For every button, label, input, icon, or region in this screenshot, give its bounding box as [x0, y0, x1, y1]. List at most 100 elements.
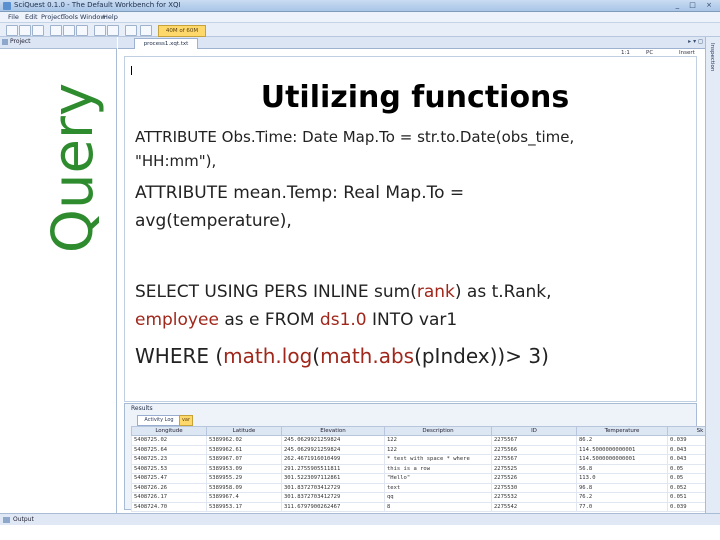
table-cell: 76.2 [576, 492, 668, 503]
code-line-1a: ATTRIBUTE Obs.Time: Date Map.To = str.to… [135, 128, 575, 146]
table-cell: 311.6797900262467 [281, 501, 385, 512]
tab-controls[interactable]: ▸ ▾ ◻ [688, 38, 703, 45]
inspection-panel[interactable]: Inspection [705, 37, 720, 513]
code-line-2a: ATTRIBUTE mean.Temp: Real Map.To = [135, 183, 465, 203]
menu-project[interactable]: Project [41, 13, 63, 21]
output-icon [3, 517, 10, 523]
table-cell: 2275567 [491, 454, 577, 465]
open-icon[interactable] [19, 25, 31, 36]
table-row[interactable]: 5408726.17 5389967.4 301.8372703412729 qq 22… [131, 492, 720, 503]
table-cell: 2275542 [491, 501, 577, 512]
menu-edit[interactable]: Edit [25, 13, 38, 21]
title-bar: SciQuest 0.1.0 - The Default Workbench f… [0, 0, 720, 12]
menu-file[interactable]: File [8, 13, 19, 21]
code-text: WHERE ( [135, 344, 224, 368]
menu-window[interactable]: Window [80, 13, 106, 21]
table-cell: 2275532 [491, 492, 577, 503]
code-function: rank [416, 282, 455, 302]
table-row[interactable]: 5408725.23 5389967.07 262.4671916010499 * t… [131, 454, 720, 465]
table-cell: 2275530 [491, 482, 577, 493]
menu-tools[interactable]: Tools [62, 13, 78, 21]
code-function: math.log [223, 344, 313, 368]
table-cell: this is a row [384, 463, 492, 474]
cut-icon[interactable] [50, 25, 62, 36]
code-text: SELECT USING PERS INLINE sum( [135, 282, 417, 302]
table-row[interactable]: 5408725.02 5389962.02 245.0629921259824 122… [131, 435, 720, 446]
window-controls[interactable]: _ □ × [676, 1, 716, 9]
project-icon [2, 39, 8, 45]
table-cell: 5408725.47 [131, 473, 207, 484]
menu-bar: File Edit Project Tools Window Help [0, 12, 720, 23]
table-header-row: Longitude Latitude Elevation Description… [131, 426, 720, 436]
table-cell: 301.8372703412729 [281, 492, 385, 503]
project-panel-header[interactable]: Project [0, 37, 117, 49]
table-cell: 56.8 [576, 463, 668, 474]
window-title: SciQuest 0.1.0 - The Default Workbench f… [14, 1, 181, 9]
table-cell: 2275566 [491, 444, 577, 455]
stop-icon[interactable] [140, 25, 152, 36]
menu-help[interactable]: Help [103, 13, 118, 21]
column-header[interactable]: Description [384, 426, 492, 436]
code-line-1b: "HH:mm"), [135, 152, 217, 170]
table-cell: 96.8 [576, 482, 668, 493]
tab-process-file[interactable]: process1.xqt.txt [134, 38, 198, 49]
table-cell: 5389955.29 [206, 473, 282, 484]
code-text: INTO var1 [366, 310, 458, 330]
run-icon[interactable] [125, 25, 137, 36]
save-icon[interactable] [32, 25, 44, 36]
column-header[interactable]: Temperature [576, 426, 668, 436]
code-line-3b: employee as e FROM ds1.0 INTO var1 [135, 310, 457, 330]
table-cell: 5389962.02 [206, 435, 282, 446]
new-file-icon[interactable] [6, 25, 18, 36]
results-table: Longitude Latitude Elevation Description… [131, 426, 720, 512]
table-row[interactable]: 5408724.70 5389953.17 311.6797900262467 8 22… [131, 501, 720, 512]
code-text: ( [312, 344, 321, 368]
table-cell: 122 [384, 435, 492, 446]
results-title: Results [131, 405, 153, 412]
table-cell: qq [384, 492, 492, 503]
code-text: ) as t.Rank, [454, 282, 552, 302]
column-header[interactable]: ID [491, 426, 577, 436]
column-header[interactable]: Latitude [206, 426, 282, 436]
code-function: math.abs [320, 344, 415, 368]
paste-icon[interactable] [76, 25, 88, 36]
tab-var[interactable]: var [179, 415, 193, 426]
table-cell: "Hello" [384, 473, 492, 484]
table-cell: 86.2 [576, 435, 668, 446]
output-bar[interactable]: Output [0, 513, 720, 525]
table-cell: 5408725.64 [131, 444, 207, 455]
table-cell: 245.0629921259824 [281, 435, 385, 446]
table-row[interactable]: 5408725.53 5389953.09 291.2755905511811 thi… [131, 463, 720, 474]
table-row[interactable]: 5408725.47 5389955.29 301.5223097112861 "He… [131, 473, 720, 484]
table-cell: 291.2755905511811 [281, 463, 385, 474]
app-icon [3, 2, 11, 10]
query-side-title-text: Query [41, 83, 106, 253]
table-cell: 2275567 [491, 435, 577, 446]
code-text: as e FROM [218, 310, 320, 330]
table-cell: 5389967.07 [206, 454, 282, 465]
project-panel-label: Project [10, 38, 31, 45]
code-line-2b: avg(temperature), [135, 211, 292, 231]
table-cell: 5389953.17 [206, 501, 282, 512]
table-cell: 2275525 [491, 463, 577, 474]
table-cell: 77.0 [576, 501, 668, 512]
code-line-3a: SELECT USING PERS INLINE sum(rank) as t.… [135, 282, 552, 302]
column-header[interactable]: Elevation [281, 426, 385, 436]
table-cell: 5389962.61 [206, 444, 282, 455]
inspection-panel-label: Inspection [709, 43, 715, 72]
table-cell: 5389958.09 [206, 482, 282, 493]
table-cell: 122 [384, 444, 492, 455]
table-cell: 5408725.23 [131, 454, 207, 465]
table-row[interactable]: 5408726.26 5389958.09 301.8372703412729 tex… [131, 482, 720, 493]
table-cell: 5389953.09 [206, 463, 282, 474]
table-row[interactable]: 5408725.64 5389962.61 245.0629921259824 122… [131, 444, 720, 455]
undo-icon[interactable] [94, 25, 106, 36]
code-text: (pIndex))> 3) [414, 344, 549, 368]
tab-activity-log[interactable]: Activity Log [137, 415, 181, 426]
table-cell: 5408725.02 [131, 435, 207, 446]
table-cell: 262.4671916010499 [281, 454, 385, 465]
copy-icon[interactable] [63, 25, 75, 36]
column-header[interactable]: Longitude [131, 426, 207, 436]
memory-indicator[interactable]: 40M of 60M [158, 25, 206, 37]
redo-icon[interactable] [107, 25, 119, 36]
